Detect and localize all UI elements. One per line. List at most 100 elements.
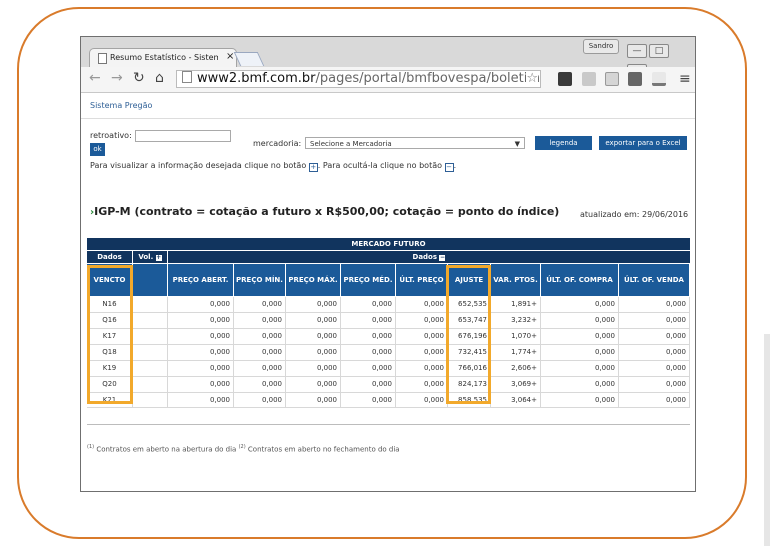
dropbox-icon[interactable]: [582, 72, 596, 86]
info-text: Para visualizar a informação desejada cl…: [90, 161, 456, 172]
mercadoria-selected: Selecione a Mercadoria: [310, 140, 392, 148]
reload-icon[interactable]: ↻: [133, 70, 145, 86]
cell-var-ptos: 3,069+: [491, 377, 541, 392]
footnote-2: Contratos em aberto no fechamento do dia: [247, 445, 400, 454]
col-ult-preco: ÚLT. PREÇO: [396, 264, 448, 296]
ok-button[interactable]: ok: [90, 143, 105, 156]
page-icon: [98, 53, 107, 64]
cell-ult-of-venda: 0,000: [619, 313, 690, 328]
cell-var-ptos: 1,891+: [491, 297, 541, 312]
page-title-text: IGP-M (contrato = cotação a futuro x R$5…: [94, 205, 560, 218]
cell-preco-med: 0,000: [341, 345, 396, 360]
cell-preco-max: 0,000: [286, 297, 341, 312]
info-text-part2: . Para ocultá-la clique no botão: [317, 161, 443, 170]
minimize-icon[interactable]: —: [627, 44, 647, 58]
page-title: ›IGP-M (contrato = cotação a futuro x R$…: [90, 205, 559, 218]
table-body: N16 0,000 0,000 0,000 0,000 0,000 652,535 1,891…: [87, 297, 690, 408]
cell-preco-max: 0,000: [286, 313, 341, 328]
extension-photo-icon[interactable]: [605, 72, 619, 86]
browser-toolbar: ← → ↻ ⌂ www2.bmf.com.br/pages/portal/bmf…: [81, 67, 695, 93]
back-icon[interactable]: ←: [89, 70, 101, 86]
cell-vol: [133, 377, 168, 392]
maximize-icon[interactable]: □: [649, 44, 669, 58]
title-bar: Resumo Estatístico - Sistema × Sandro — □…: [81, 37, 695, 78]
home-icon[interactable]: ⌂: [155, 70, 164, 86]
url-path: /pages/portal/bmfbovespa/boletim1/Sistem…: [315, 71, 541, 86]
bookmark-star-icon[interactable]: ☆: [526, 71, 538, 87]
col-preco-med: PREÇO MÉD.: [341, 264, 396, 296]
table-row: K21 0,000 0,000 0,000 0,000 0,000 858,535 3,064…: [87, 393, 690, 408]
table-row: K17 0,000 0,000 0,000 0,000 0,000 676,196 1,070…: [87, 329, 690, 345]
signal-icon[interactable]: [652, 72, 666, 86]
cell-ult-of-compra: 0,000: [541, 313, 619, 328]
col-preco-abert: PREÇO ABERT.: [168, 264, 234, 296]
col-ult-of-venda: ÚLT. OF. VENDA: [619, 264, 690, 296]
cell-ult-of-compra: 0,000: [541, 297, 619, 312]
cell-preco-max: 0,000: [286, 329, 341, 344]
cell-vol: [133, 297, 168, 312]
legenda-button[interactable]: legenda: [535, 136, 592, 150]
cell-var-ptos: 3,232+: [491, 313, 541, 328]
breadcrumb[interactable]: Sistema Pregão: [90, 101, 152, 110]
chevron-down-icon: ▼: [514, 140, 520, 148]
browser-tab[interactable]: Resumo Estatístico - Sistema ×: [89, 48, 237, 67]
retroativo-input[interactable]: [135, 130, 231, 142]
url-host: www2.bmf.com.br: [197, 71, 316, 86]
cell-preco-med: 0,000: [341, 361, 396, 376]
new-tab-button[interactable]: [233, 52, 265, 66]
cell-preco-abert: 0,000: [168, 313, 234, 328]
cell-var-ptos: 1,774+: [491, 345, 541, 360]
tab-title: Resumo Estatístico - Sistema: [110, 53, 218, 62]
cell-preco-abert: 0,000: [168, 297, 234, 312]
table-bottom-line: [87, 424, 690, 425]
cell-preco-med: 0,000: [341, 297, 396, 312]
info-text-part1: Para visualizar a informação desejada cl…: [90, 161, 307, 170]
cell-ult-of-venda: 0,000: [619, 393, 690, 408]
address-bar[interactable]: www2.bmf.com.br/pages/portal/bmfbovespa/…: [176, 70, 541, 88]
group-dados2-label: Dados: [412, 253, 438, 261]
group-dados2[interactable]: Dados −: [168, 251, 690, 263]
table-row: Q18 0,000 0,000 0,000 0,000 0,000 732,415 1,774…: [87, 345, 690, 361]
group-vol[interactable]: Vol. +: [133, 251, 167, 263]
cell-preco-med: 0,000: [341, 393, 396, 408]
footnote-1: Contratos em aberto na abertura do dia: [96, 445, 237, 454]
cell-ult-of-venda: 0,000: [619, 345, 690, 360]
forward-icon[interactable]: →: [111, 70, 123, 86]
cell-ult-preco: 0,000: [396, 393, 448, 408]
cell-preco-min: 0,000: [234, 361, 286, 376]
cell-preco-min: 0,000: [234, 377, 286, 392]
retroativo-label: retroativo:: [90, 131, 132, 140]
cell-ult-preco: 0,000: [396, 297, 448, 312]
cell-ult-preco: 0,000: [396, 329, 448, 344]
ajuste-highlight: [446, 265, 491, 404]
cell-preco-max: 0,000: [286, 345, 341, 360]
user-profile-button[interactable]: Sandro: [583, 39, 619, 54]
mercadoria-select[interactable]: Selecione a Mercadoria ▼: [305, 137, 525, 149]
table-row: N16 0,000 0,000 0,000 0,000 0,000 652,535 1,891…: [87, 297, 690, 313]
cell-preco-max: 0,000: [286, 377, 341, 392]
table-row: Q20 0,000 0,000 0,000 0,000 0,000 824,173 3,069…: [87, 377, 690, 393]
cell-preco-abert: 0,000: [168, 329, 234, 344]
table-row: K19 0,000 0,000 0,000 0,000 0,000 766,016 2,606…: [87, 361, 690, 377]
cell-ult-preco: 0,000: [396, 345, 448, 360]
cell-preco-min: 0,000: [234, 313, 286, 328]
extension-square-icon[interactable]: [628, 72, 642, 86]
footnotes: (1) Contratos em aberto na abertura do d…: [87, 444, 400, 453]
menu-icon[interactable]: ≡: [679, 71, 691, 87]
info-text-part3: .: [453, 161, 457, 170]
minus-icon: −: [439, 254, 446, 261]
divider: [81, 118, 695, 119]
cell-preco-min: 0,000: [234, 329, 286, 344]
export-excel-button[interactable]: exportar para o Excel: [599, 136, 687, 150]
cell-ult-of-compra: 0,000: [541, 377, 619, 392]
browser-window: Resumo Estatístico - Sistema × Sandro — □…: [80, 36, 696, 492]
footnote-2-mark: (2): [238, 444, 246, 450]
cell-preco-abert: 0,000: [168, 361, 234, 376]
extension-s-icon[interactable]: [558, 72, 572, 86]
cell-var-ptos: 2,606+: [491, 361, 541, 376]
cell-preco-max: 0,000: [286, 393, 341, 408]
updated-date: atualizado em: 29/06/2016: [580, 210, 689, 219]
cell-vol: [133, 313, 168, 328]
cell-preco-med: 0,000: [341, 313, 396, 328]
col-vol: [133, 264, 168, 296]
